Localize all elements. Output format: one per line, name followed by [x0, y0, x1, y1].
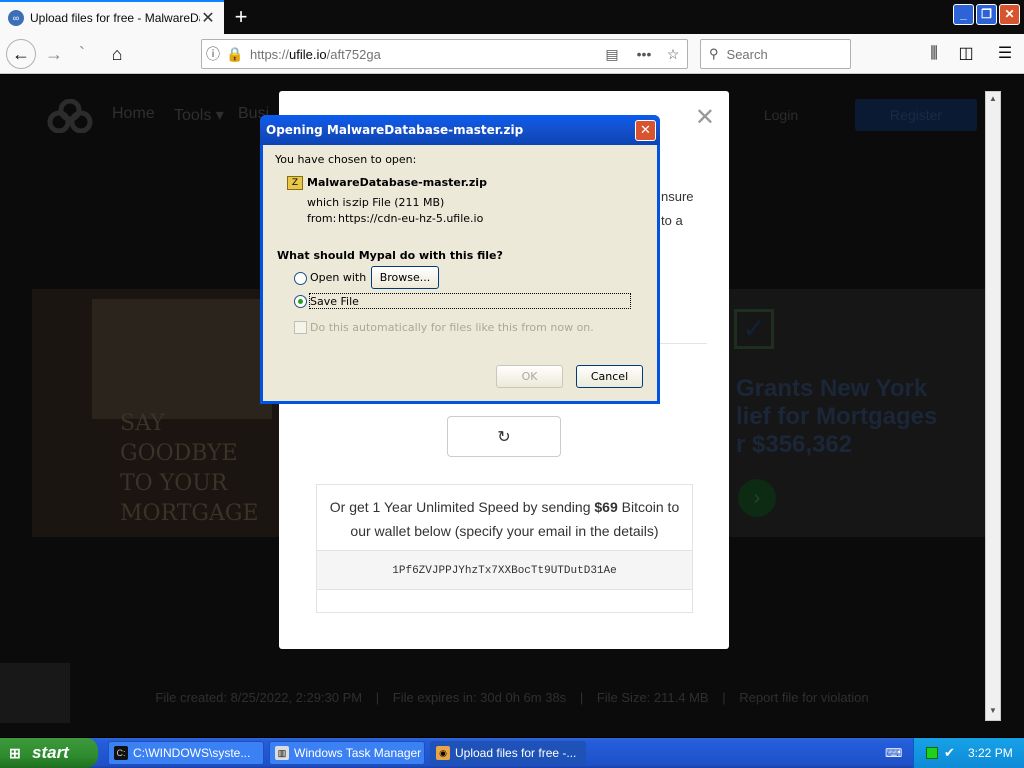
save-file-label[interactable]: Save File: [310, 295, 359, 308]
house-image: [92, 299, 272, 419]
search-input[interactable]: ⚲ Search: [700, 39, 851, 69]
restore-button[interactable]: ❐: [976, 4, 997, 25]
register-button[interactable]: Register: [855, 99, 977, 131]
task-manager-icon: ▥: [275, 746, 289, 760]
bitcoin-offer-box: Or get 1 Year Unlimited Speed by sending…: [316, 484, 693, 613]
tray-status-icon[interactable]: [926, 747, 938, 759]
checkmark-icon: ✓: [734, 309, 774, 349]
sidebar-icon[interactable]: ◫: [952, 40, 980, 68]
ufile-favicon-icon: ∞: [8, 10, 24, 26]
action-question: What should Mypal do with this file?: [277, 249, 503, 262]
search-icon: ⚲: [709, 46, 719, 61]
download-dialog: Opening MalwareDatabase-master.zip ✕ You…: [260, 115, 660, 404]
cancel-button[interactable]: Cancel: [576, 365, 643, 388]
nav-tools[interactable]: Tools ▾: [174, 105, 224, 125]
file-info-footer: File created: 8/25/2022, 2:29:30 PM | Fi…: [155, 690, 869, 705]
browse-button[interactable]: Browse...: [371, 266, 439, 289]
file-name: MalwareDatabase-master.zip: [307, 176, 487, 189]
tab-title: Upload files for free - MalwareDat: [30, 11, 200, 25]
ad-arrow-button[interactable]: ›: [738, 479, 776, 517]
zip-file-icon: Z: [287, 176, 303, 190]
dialog-close-button[interactable]: ✕: [635, 120, 656, 141]
loading-button[interactable]: ↻: [447, 416, 561, 457]
scroll-up-icon[interactable]: ▲: [987, 94, 999, 106]
advertisement-left[interactable]: SAY GOODBYE TO YOUR MORTGAGE: [32, 289, 282, 537]
dialog-titlebar[interactable]: Opening MalwareDatabase-master.zip ✕: [260, 115, 660, 145]
start-label: start: [32, 743, 69, 762]
tab-active[interactable]: ∞ Upload files for free - MalwareDat ✕: [0, 0, 224, 34]
windows-taskbar: ⊞ start C: C:\WINDOWS\syste... ▥ Windows…: [0, 738, 1024, 768]
console-icon: C:: [114, 746, 128, 760]
dialog-body: You have chosen to open: Z MalwareDataba…: [263, 145, 657, 401]
file-created: File created: 8/25/2022, 2:29:30 PM: [155, 690, 363, 705]
file-type-value: zip File (211 MB): [353, 196, 445, 209]
tab-strip: ∞ Upload files for free - MalwareDat ✕ +…: [0, 0, 1024, 34]
open-with-radio[interactable]: [294, 272, 307, 285]
auto-action-label[interactable]: Do this automatically for files like thi…: [310, 321, 594, 334]
tray-security-icon[interactable]: ✔: [944, 738, 955, 768]
file-expires: File expires in: 30d 0h 6m 38s: [392, 690, 567, 705]
page-actions-icon[interactable]: •••: [629, 46, 659, 62]
ad-line-2: lief for Mortgages: [736, 403, 938, 430]
url-bar[interactable]: ⓘ 🔒 https://ufile.io/aft752ga ▤ ••• ☆: [201, 39, 688, 69]
advertisement-right[interactable]: ✓ Grants New York lief for Mortgages r $…: [728, 289, 986, 537]
minimize-button[interactable]: _: [953, 4, 974, 25]
library-icon[interactable]: ⫼: [920, 40, 948, 68]
navigation-toolbar: ← → ` ⌂ ⓘ 🔒 https://ufile.io/aft752ga ▤ …: [0, 34, 1024, 74]
url-text[interactable]: https://ufile.io/aft752ga: [246, 47, 595, 62]
ufile-logo: [47, 99, 93, 133]
from-value: https://cdn-eu-hz-5.ufile.io: [338, 212, 484, 225]
open-with-label[interactable]: Open with: [310, 271, 366, 284]
info-icon[interactable]: ⓘ: [202, 44, 224, 64]
window-controls: _ ❐ ✕: [953, 4, 1020, 25]
system-tray: ✔ 3:22 PM: [913, 738, 1024, 768]
chosen-label: You have chosen to open:: [275, 153, 417, 166]
lock-warning-icon[interactable]: 🔒: [224, 46, 246, 63]
save-file-radio[interactable]: [294, 295, 307, 308]
search-placeholder: Search: [726, 46, 768, 62]
new-tab-button[interactable]: +: [228, 4, 254, 30]
modal-text-fragment-2: to a: [661, 213, 683, 228]
clock: 3:22 PM: [968, 746, 1013, 760]
page-scrollbar[interactable]: ▲ ▼: [985, 91, 1001, 721]
which-is-label: which is:: [307, 196, 356, 209]
auto-action-checkbox[interactable]: [294, 321, 307, 334]
ad-line-3: r $356,362: [736, 431, 853, 458]
keyboard-icon[interactable]: ⌨: [885, 746, 902, 760]
modal-text-fragment-1: nsure: [661, 189, 694, 204]
windows-flag-icon: ⊞: [9, 745, 21, 761]
close-window-button[interactable]: ✕: [999, 4, 1020, 25]
tab-close-icon[interactable]: ✕: [200, 8, 216, 28]
ad-sign-text: SAY GOODBYE TO YOUR MORTGAGE: [120, 411, 259, 526]
start-button[interactable]: ⊞ start: [0, 738, 98, 768]
scroll-down-icon[interactable]: ▼: [987, 706, 999, 718]
forward-button[interactable]: →: [40, 40, 68, 68]
reload-icon[interactable]: `: [68, 40, 96, 68]
ad-line-1: Grants New York: [736, 375, 928, 402]
report-file-link[interactable]: Report file for violation: [739, 690, 868, 705]
modal-close-icon[interactable]: ✕: [695, 103, 715, 132]
login-button[interactable]: Login: [735, 99, 827, 131]
file-size: File Size: 211.4 MB: [596, 690, 709, 705]
from-label: from:: [307, 212, 337, 225]
bitcoin-address[interactable]: 1Pf6ZVJPPJYhzTx7XXBocTt9UTDutD31Ae: [317, 550, 692, 590]
dialog-title: Opening MalwareDatabase-master.zip: [266, 123, 524, 137]
bookmark-star-icon[interactable]: ☆: [659, 46, 687, 63]
refresh-spinner-icon: ↻: [497, 429, 511, 446]
taskbar-item-browser[interactable]: ◉ Upload files for free -...: [430, 741, 586, 765]
bitcoin-offer-text: Or get 1 Year Unlimited Speed by sending…: [329, 499, 680, 539]
browser-icon: ◉: [436, 746, 450, 760]
taskbar-item-task-manager[interactable]: ▥ Windows Task Manager: [269, 741, 425, 765]
ok-button[interactable]: OK: [496, 365, 563, 388]
reader-view-icon[interactable]: ▤: [595, 46, 629, 63]
nav-home[interactable]: Home: [112, 105, 155, 123]
taskbar-item-cmd[interactable]: C: C:\WINDOWS\syste...: [108, 741, 264, 765]
home-button[interactable]: ⌂: [103, 40, 131, 68]
menu-icon[interactable]: ☰: [991, 40, 1019, 68]
back-button[interactable]: ←: [6, 39, 36, 69]
